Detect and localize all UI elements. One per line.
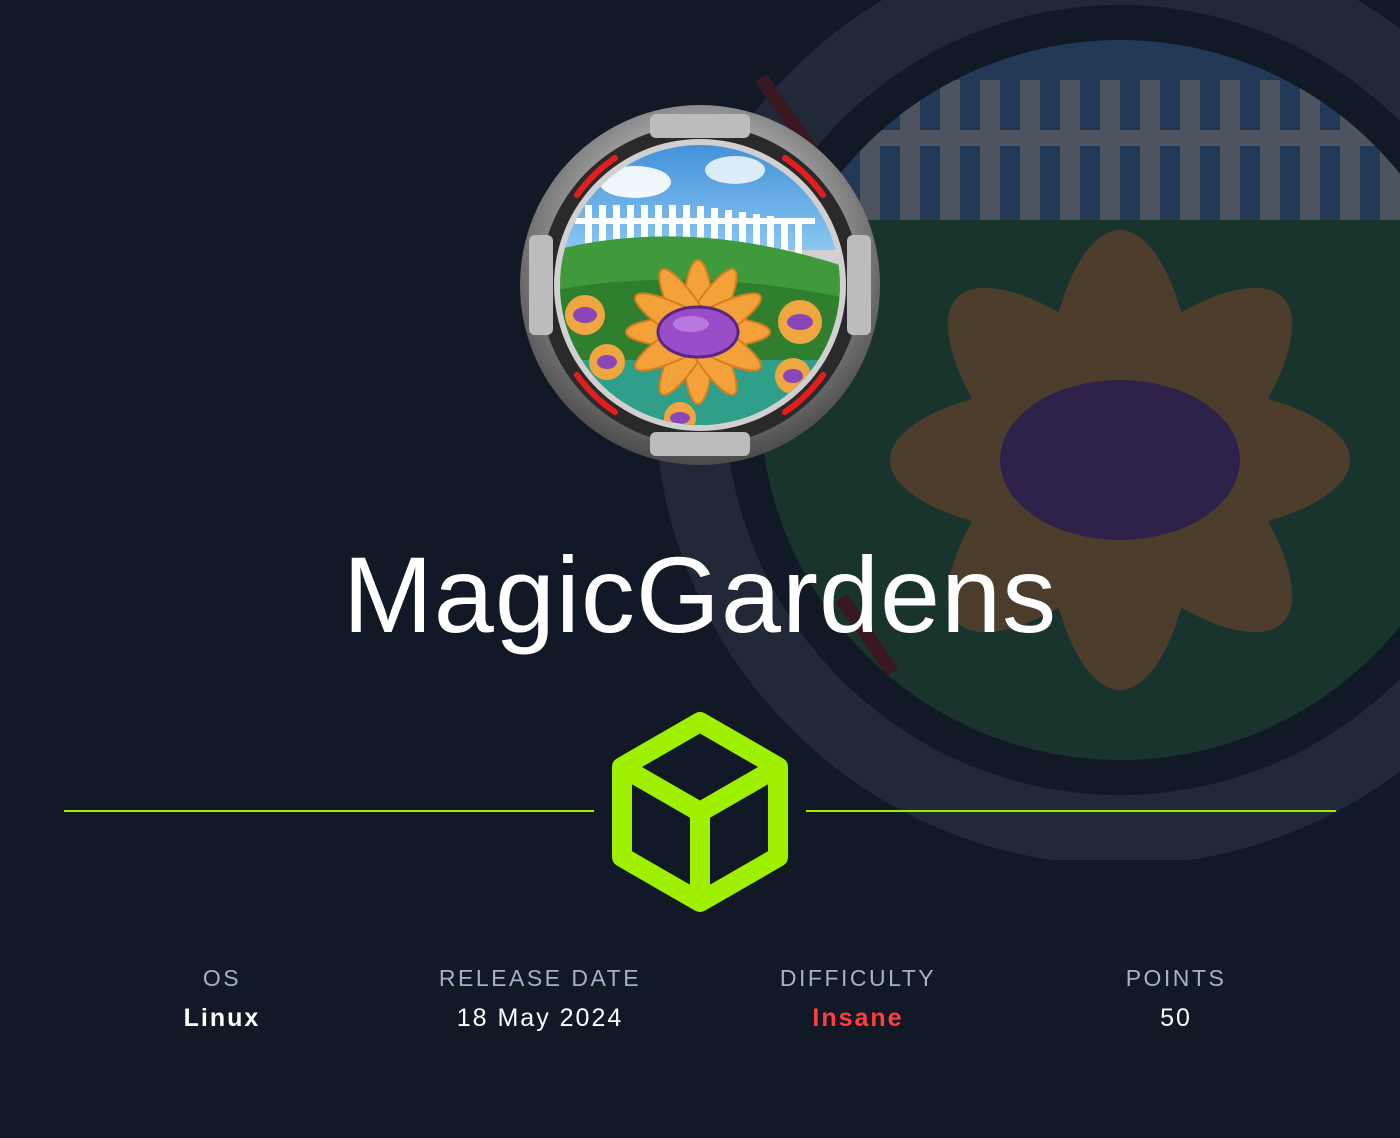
hackthebox-cube-icon xyxy=(612,712,788,912)
release-date-value: 18 May 2024 xyxy=(456,1004,624,1032)
stat-difficulty: DIFFICULTY Insane xyxy=(708,962,1008,1036)
divider-left xyxy=(64,810,594,812)
stat-os: OS Linux xyxy=(72,962,372,1036)
points-value: 50 xyxy=(1160,1004,1192,1032)
os-value: Linux xyxy=(183,1004,261,1032)
difficulty-label: DIFFICULTY xyxy=(779,965,937,991)
difficulty-value: Insane xyxy=(812,1004,904,1032)
machine-title: MagicGardens xyxy=(342,534,1058,655)
divider-right xyxy=(806,810,1336,812)
os-label: OS xyxy=(202,965,242,991)
points-label: POINTS xyxy=(1125,965,1227,991)
release-date-label: RELEASE DATE xyxy=(438,965,642,991)
stat-points: POINTS 50 xyxy=(1026,962,1326,1036)
machine-avatar xyxy=(520,105,880,465)
stat-release-date: RELEASE DATE 18 May 2024 xyxy=(390,962,690,1036)
